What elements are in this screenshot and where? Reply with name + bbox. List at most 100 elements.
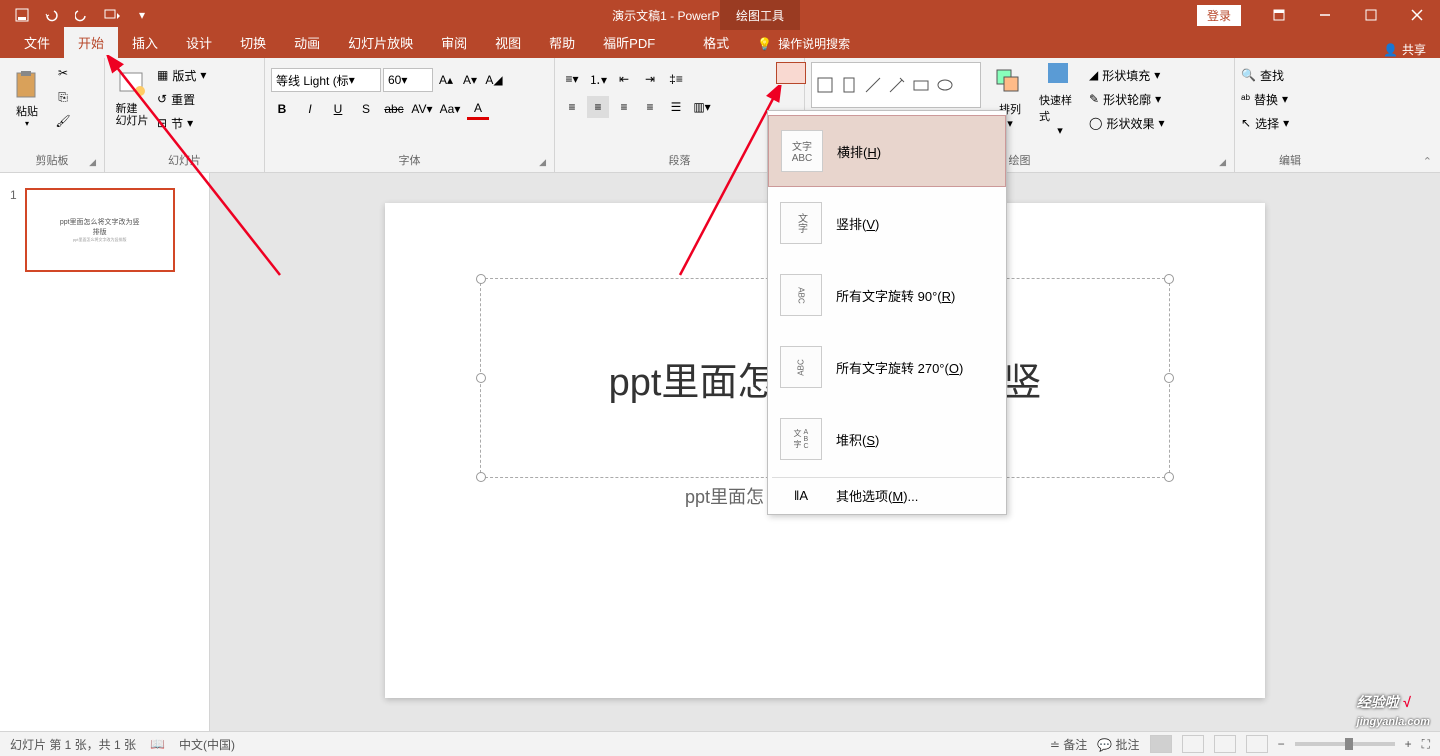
paste-button[interactable]: 粘贴 ▾: [6, 62, 48, 134]
resize-handle-ne[interactable]: [1164, 274, 1174, 284]
tab-animation[interactable]: 动画: [280, 27, 334, 58]
tab-design[interactable]: 设计: [172, 27, 226, 58]
reset-button[interactable]: ↺重置: [157, 88, 247, 110]
align-left-button[interactable]: ≡: [561, 96, 583, 118]
shape-fill-button[interactable]: ◢形状填充 ▾: [1089, 64, 1189, 86]
redo-icon[interactable]: [70, 3, 94, 27]
columns-button[interactable]: ▥▾: [691, 96, 713, 118]
normal-view-button[interactable]: [1150, 735, 1172, 753]
tab-review[interactable]: 审阅: [427, 27, 481, 58]
numbering-button[interactable]: ⒈▾: [587, 68, 609, 90]
resize-handle-sw[interactable]: [476, 472, 486, 482]
layout-button[interactable]: ▦版式 ▾: [157, 64, 247, 86]
tab-transition[interactable]: 切换: [226, 27, 280, 58]
slide-thumbnail-panel[interactable]: 1 ppt里面怎么将文字改为竖 排版 ppt里面怎么将文字改为竖排版: [0, 173, 210, 731]
tab-view[interactable]: 视图: [481, 27, 535, 58]
resize-handle-w[interactable]: [476, 373, 486, 383]
minimize-button[interactable]: [1302, 0, 1348, 30]
menu-item-more-options[interactable]: ‖A 其他选项(M)...: [768, 480, 1006, 510]
notes-button[interactable]: ≐ 备注: [1050, 736, 1087, 753]
resize-handle-nw[interactable]: [476, 274, 486, 284]
decrease-font-button[interactable]: A▾: [459, 69, 481, 91]
tab-format[interactable]: 格式: [689, 27, 743, 58]
ribbon-display-options-icon[interactable]: [1256, 0, 1302, 30]
shapes-gallery[interactable]: [811, 62, 981, 108]
tab-foxit[interactable]: 福昕PDF: [589, 27, 669, 58]
collapse-ribbon-icon[interactable]: ⌃: [1423, 155, 1432, 168]
zoom-slider[interactable]: [1295, 742, 1395, 746]
menu-item-vertical[interactable]: 文字 竖排(V): [768, 187, 1006, 259]
arrange-icon: [994, 67, 1026, 99]
reading-view-button[interactable]: [1214, 735, 1236, 753]
increase-font-button[interactable]: A▴: [435, 69, 457, 91]
select-button[interactable]: ↖选择 ▾: [1241, 112, 1331, 134]
menu-item-rotate90[interactable]: ABC 所有文字旋转 90°(R): [768, 259, 1006, 331]
fit-to-window-button[interactable]: ⛶: [1422, 737, 1430, 752]
resize-handle-se[interactable]: [1164, 472, 1174, 482]
dialog-launcher-icon[interactable]: ◢: [1219, 157, 1226, 168]
slide-thumbnail[interactable]: ppt里面怎么将文字改为竖 排版 ppt里面怎么将文字改为竖排版: [25, 188, 175, 272]
spellcheck-icon[interactable]: 📖: [150, 737, 165, 751]
subtitle-text[interactable]: ppt里面怎: [685, 483, 764, 509]
text-direction-button[interactable]: [776, 62, 806, 84]
dialog-launcher-icon[interactable]: ◢: [539, 157, 546, 168]
section-button[interactable]: ⊟节 ▾: [157, 112, 247, 134]
share-button[interactable]: 👤 共享: [1383, 41, 1426, 58]
quick-styles-icon: [1044, 59, 1076, 90]
start-from-beginning-icon[interactable]: [100, 3, 124, 27]
tab-home[interactable]: 开始: [64, 27, 118, 58]
tab-slideshow[interactable]: 幻灯片放映: [334, 27, 427, 58]
shape-outline-button[interactable]: ✎形状轮廓 ▾: [1089, 88, 1189, 110]
maximize-button[interactable]: [1348, 0, 1394, 30]
comments-button[interactable]: 💬 批注: [1097, 736, 1139, 753]
menu-item-stacked[interactable]: 文字ABC 堆积(S): [768, 403, 1006, 475]
distribute-button[interactable]: ☰: [665, 96, 687, 118]
shape-effects-button[interactable]: ◯形状效果 ▾: [1089, 112, 1189, 134]
menu-item-horizontal[interactable]: 文字ABC 横排(H): [768, 115, 1006, 187]
clear-format-button[interactable]: A◢: [483, 69, 505, 91]
qat-customize-icon[interactable]: ▾: [130, 3, 154, 27]
change-case-button[interactable]: Aa▾: [439, 98, 461, 120]
dialog-launcher-icon[interactable]: ◢: [89, 157, 96, 168]
font-color-button[interactable]: A: [467, 98, 489, 120]
language-label[interactable]: 中文(中国): [179, 736, 235, 753]
login-button[interactable]: 登录: [1197, 5, 1241, 26]
decrease-indent-button[interactable]: ⇤: [613, 68, 635, 90]
zoom-in-button[interactable]: +: [1405, 737, 1412, 751]
undo-icon[interactable]: [40, 3, 64, 27]
italic-button[interactable]: I: [299, 98, 321, 120]
copy-button[interactable]: ⎘: [52, 86, 74, 108]
quick-styles-button[interactable]: 快速样式▾: [1039, 62, 1081, 134]
slideshow-view-button[interactable]: [1246, 735, 1268, 753]
justify-button[interactable]: ≡: [639, 96, 661, 118]
zoom-out-button[interactable]: −: [1278, 737, 1285, 751]
tab-help[interactable]: 帮助: [535, 27, 589, 58]
menu-separator: [772, 477, 1002, 478]
align-right-button[interactable]: ≡: [613, 96, 635, 118]
replace-button[interactable]: ᵃᵇ替换 ▾: [1241, 88, 1331, 110]
shadow-button[interactable]: S: [355, 98, 377, 120]
tab-insert[interactable]: 插入: [118, 27, 172, 58]
bullets-button[interactable]: ≡▾: [561, 68, 583, 90]
resize-handle-e[interactable]: [1164, 373, 1174, 383]
font-size-combo[interactable]: 60 ▾: [383, 68, 433, 92]
tell-me-search[interactable]: 💡 操作说明搜索: [743, 29, 864, 58]
sorter-view-button[interactable]: [1182, 735, 1204, 753]
menu-item-rotate270[interactable]: ABC 所有文字旋转 270°(O): [768, 331, 1006, 403]
find-button[interactable]: 🔍查找: [1241, 64, 1331, 86]
increase-indent-button[interactable]: ⇥: [639, 68, 661, 90]
underline-button[interactable]: U: [327, 98, 349, 120]
align-center-button[interactable]: ≡: [587, 96, 609, 118]
format-painter-button[interactable]: 🖌: [52, 110, 74, 132]
char-spacing-button[interactable]: AV▾: [411, 98, 433, 120]
strikethrough-button[interactable]: abc: [383, 98, 405, 120]
save-icon[interactable]: [10, 3, 34, 27]
cut-button[interactable]: ✂: [52, 62, 74, 84]
new-slide-button[interactable]: 新建 幻灯片: [111, 62, 153, 134]
font-name-combo[interactable]: 等线 Light (标▾: [271, 68, 381, 92]
line-spacing-button[interactable]: ‡≡: [665, 68, 687, 90]
bold-button[interactable]: B: [271, 98, 293, 120]
title-bar: ▾ 演示文稿1 - PowerPoint 绘图工具 登录: [0, 0, 1440, 30]
tab-file[interactable]: 文件: [10, 27, 64, 58]
close-button[interactable]: [1394, 0, 1440, 30]
